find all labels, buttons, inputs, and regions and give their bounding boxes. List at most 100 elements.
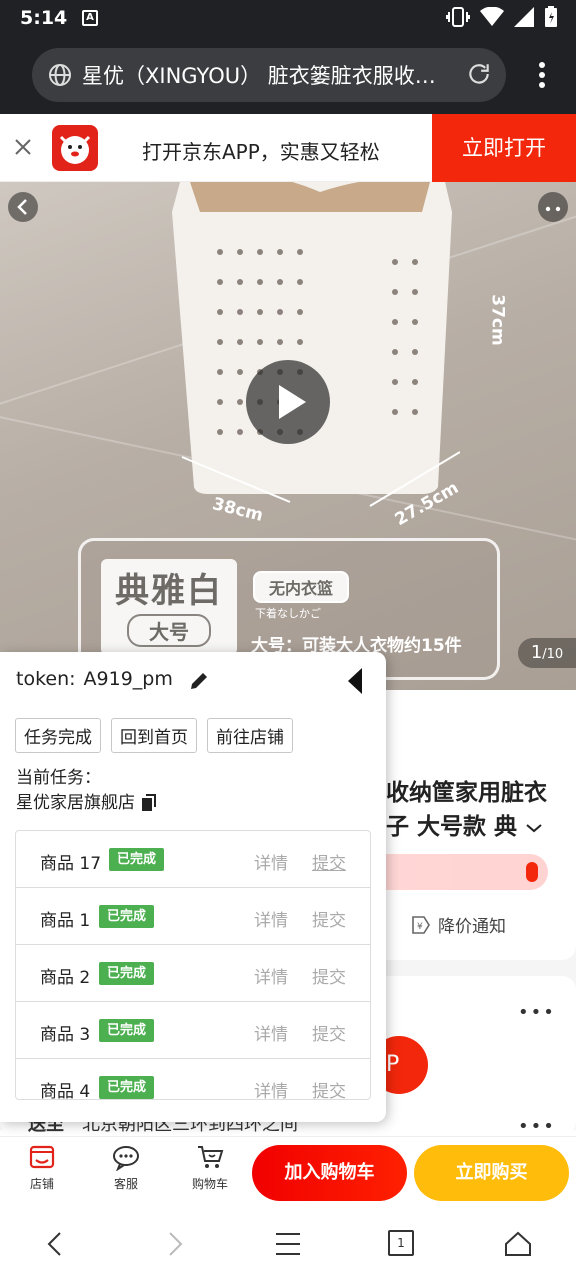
- status-icons: [446, 6, 558, 28]
- detail-link[interactable]: 详情: [254, 963, 288, 988]
- globe-icon: [49, 64, 71, 86]
- submit-link[interactable]: 提交: [312, 1020, 346, 1045]
- token-row: token: A919_pm: [16, 668, 173, 690]
- add-to-cart-button[interactable]: 加入购物车: [252, 1145, 407, 1201]
- jd-logo: [52, 125, 98, 171]
- price-indicator: [526, 862, 538, 882]
- cart-button[interactable]: 购物车: [185, 1143, 235, 1192]
- panel-button-row: 任务完成 回到首页 前往店铺: [15, 718, 293, 753]
- home-icon[interactable]: [504, 1230, 532, 1258]
- shop-icon: [29, 1145, 55, 1169]
- list-item: 商品 3 已完成 详情 提交: [16, 1002, 370, 1059]
- submit-link[interactable]: 提交: [312, 906, 346, 931]
- image-pager: 1/10: [518, 638, 576, 668]
- product-image-carousel[interactable]: 38cm 27.5cm 37cm 典雅白 大号 无内衣篮 下着なしかご 大号：可…: [0, 182, 576, 690]
- battery-icon: [545, 6, 557, 27]
- play-video-button[interactable]: [246, 360, 330, 444]
- status-badge: 已完成: [109, 848, 165, 871]
- address-bar[interactable]: 星优（XINGYOU） 脏衣篓脏衣服收纳筐家用脏衣篮子 大号款 典雅白: [32, 48, 506, 102]
- vibrate-icon: [446, 7, 470, 27]
- buy-now-button[interactable]: 立即购买: [414, 1145, 569, 1201]
- task-complete-button[interactable]: 任务完成: [15, 718, 101, 753]
- notify-label: 降价通知: [438, 917, 506, 937]
- open-app-button[interactable]: 立即打开: [432, 114, 576, 182]
- token-value: A919_pm: [83, 668, 173, 690]
- pager-current: 1: [530, 642, 543, 663]
- submit-link[interactable]: 提交: [312, 849, 346, 874]
- signal-icon: [514, 7, 534, 27]
- bottom-action-bar: 店铺 客服 购物车 加入购物车 立即购买: [0, 1136, 576, 1206]
- more-button[interactable]: [538, 192, 568, 222]
- detail-link[interactable]: 详情: [254, 906, 288, 931]
- back-home-button[interactable]: 回到首页: [111, 718, 197, 753]
- price-drop-notify[interactable]: ¥ 降价通知: [410, 912, 506, 937]
- shop-button[interactable]: 店铺: [17, 1143, 67, 1192]
- price-tag-icon: ¥: [412, 915, 430, 934]
- cart-icon: [198, 1146, 224, 1168]
- copy-icon[interactable]: [141, 794, 159, 812]
- browser-toolbar: 星优（XINGYOU） 脏衣篓脏衣服收纳筐家用脏衣篮子 大号款 典雅白: [0, 36, 576, 114]
- color-size-box: 典雅白 大号: [101, 559, 237, 655]
- submit-link[interactable]: 提交: [312, 1077, 346, 1099]
- product-name: 商品 2: [40, 968, 91, 988]
- tabs-button[interactable]: 1: [388, 1230, 414, 1256]
- product-title-line2: 子 大号款 典: [386, 810, 566, 844]
- status-bar: 5:14 A: [0, 0, 576, 36]
- more-dots-icon[interactable]: •••: [518, 1116, 556, 1137]
- banner-message: 打开京东APP，实惠又轻松: [142, 140, 380, 164]
- dimension-height: 37cm: [487, 294, 508, 346]
- shop-label: 店铺: [29, 1177, 54, 1191]
- list-item: 商品 2 已完成 详情 提交: [16, 945, 370, 1002]
- token-label: token:: [16, 668, 76, 690]
- customer-service-icon: [113, 1146, 139, 1171]
- collapse-arrow-icon[interactable]: [346, 666, 364, 696]
- system-nav-bar: 1: [0, 1206, 576, 1280]
- color-name: 典雅白: [115, 571, 223, 611]
- list-item: 商品 1 已完成 详情 提交: [16, 888, 370, 945]
- product-title[interactable]: 收纳筐家用脏衣 子 大号款 典: [386, 776, 566, 844]
- detail-link[interactable]: 详情: [254, 1077, 288, 1099]
- pencil-icon[interactable]: [188, 670, 210, 692]
- status-badge: 已完成: [99, 1019, 155, 1042]
- menu-kebab-icon[interactable]: [538, 62, 546, 88]
- product-title-line1: 收纳筐家用脏衣: [386, 780, 547, 806]
- wifi-icon: [480, 7, 504, 26]
- size-name: 大号: [127, 614, 211, 647]
- accessibility-icon: A: [82, 10, 98, 26]
- more-dots-icon[interactable]: •••: [518, 1002, 556, 1023]
- product-name: 商品 3: [40, 1025, 91, 1045]
- back-button[interactable]: [8, 192, 38, 222]
- product-name: 商品 1: [40, 911, 91, 931]
- variant-tag: 无内衣篮: [253, 571, 350, 603]
- detail-link[interactable]: 详情: [254, 849, 288, 874]
- chevron-left-icon: [17, 199, 27, 215]
- chevron-down-icon: [526, 824, 542, 833]
- play-icon: [279, 385, 306, 419]
- go-to-store-button[interactable]: 前往店铺: [207, 718, 293, 753]
- menu-lines-icon[interactable]: [274, 1230, 302, 1258]
- status-badge: 已完成: [99, 962, 155, 985]
- back-arrow-icon[interactable]: [42, 1230, 70, 1258]
- service-label: 客服: [113, 1177, 138, 1191]
- list-item: 商品 4 已完成 详情 提交: [16, 1059, 370, 1100]
- reload-icon[interactable]: [466, 61, 492, 87]
- app-download-banner: 打开京东APP，实惠又轻松 立即打开: [0, 114, 576, 182]
- variant-tag-jp: 下着なしかご: [255, 607, 321, 620]
- service-button[interactable]: 客服: [101, 1143, 151, 1192]
- detail-link[interactable]: 详情: [254, 1020, 288, 1045]
- list-item: 商品 17 已完成 详情 提交: [16, 831, 370, 888]
- current-task-label: 当前任务：: [16, 768, 101, 788]
- current-task-value: 星优家居旗舰店: [16, 793, 135, 813]
- cart-label: 购物车: [191, 1177, 228, 1191]
- close-icon[interactable]: [14, 138, 32, 156]
- product-name: 商品 4: [40, 1082, 91, 1100]
- submit-link[interactable]: 提交: [312, 963, 346, 988]
- current-task: 当前任务： 星优家居旗舰店: [16, 766, 159, 816]
- product-task-list: 商品 17 已完成 详情 提交 商品 1 已完成 详情 提交 商品 2 已完成 …: [15, 830, 371, 1100]
- product-name: 商品 17: [40, 854, 102, 874]
- forward-arrow-icon[interactable]: [160, 1230, 188, 1258]
- more-dots-icon: [545, 206, 561, 212]
- url-title[interactable]: 星优（XINGYOU） 脏衣篓脏衣服收纳筐家用脏衣篮子 大号款 典雅白: [82, 60, 452, 90]
- svg-text:¥: ¥: [417, 922, 423, 932]
- status-badge: 已完成: [99, 905, 155, 928]
